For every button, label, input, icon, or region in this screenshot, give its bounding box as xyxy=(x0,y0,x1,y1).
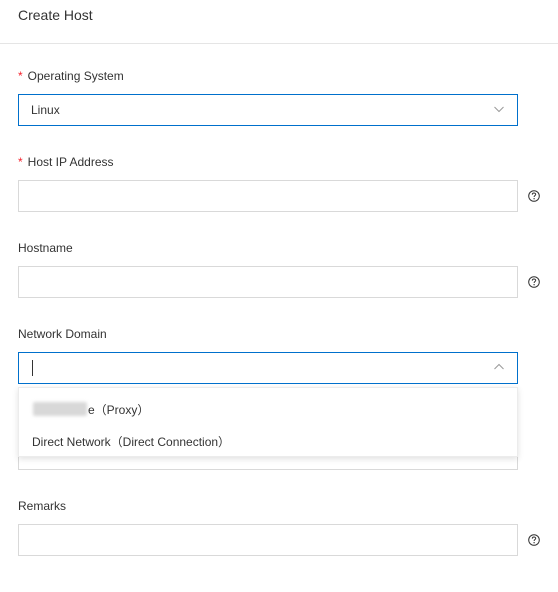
host-ip-field[interactable] xyxy=(18,180,518,212)
required-mark: * xyxy=(18,69,23,83)
option-label: Direct Network（Direct Connection） xyxy=(32,435,231,449)
os-select-value: Linux xyxy=(31,103,60,117)
network-domain-dropdown: e（Proxy） Direct Network（Direct Connectio… xyxy=(18,387,518,457)
dialog-header: Create Host xyxy=(0,0,558,44)
remarks-label: Remarks xyxy=(18,499,67,513)
required-mark: * xyxy=(18,155,23,169)
remarks-field[interactable] xyxy=(18,524,518,556)
hostname-label: Hostname xyxy=(18,241,73,255)
question-circle-icon[interactable] xyxy=(528,276,540,288)
option-label: e（Proxy） xyxy=(88,403,150,417)
host-ip-label-text: Host IP Address xyxy=(27,155,114,169)
hostname-input[interactable] xyxy=(19,267,517,297)
hostname-field[interactable] xyxy=(18,266,518,298)
remarks-input[interactable] xyxy=(19,525,517,555)
chevron-up-icon xyxy=(494,363,504,370)
chevron-down-icon xyxy=(494,106,504,113)
os-label-text: Operating System xyxy=(27,69,124,83)
os-select[interactable]: Linux xyxy=(18,94,518,126)
network-domain-label: Network Domain xyxy=(18,327,107,341)
host-ip-input[interactable] xyxy=(19,181,517,211)
host-ip-label: * Host IP Address xyxy=(18,155,114,169)
question-circle-icon[interactable] xyxy=(528,190,540,202)
text-cursor xyxy=(32,360,33,376)
dialog-title: Create Host xyxy=(18,7,93,23)
network-domain-select[interactable] xyxy=(18,352,518,384)
redacted-text xyxy=(33,402,87,416)
dropdown-option-proxy[interactable]: e（Proxy） xyxy=(19,393,517,423)
dropdown-option-direct[interactable]: Direct Network（Direct Connection） xyxy=(19,425,517,455)
os-label: * Operating System xyxy=(18,69,124,83)
question-circle-icon[interactable] xyxy=(528,534,540,546)
